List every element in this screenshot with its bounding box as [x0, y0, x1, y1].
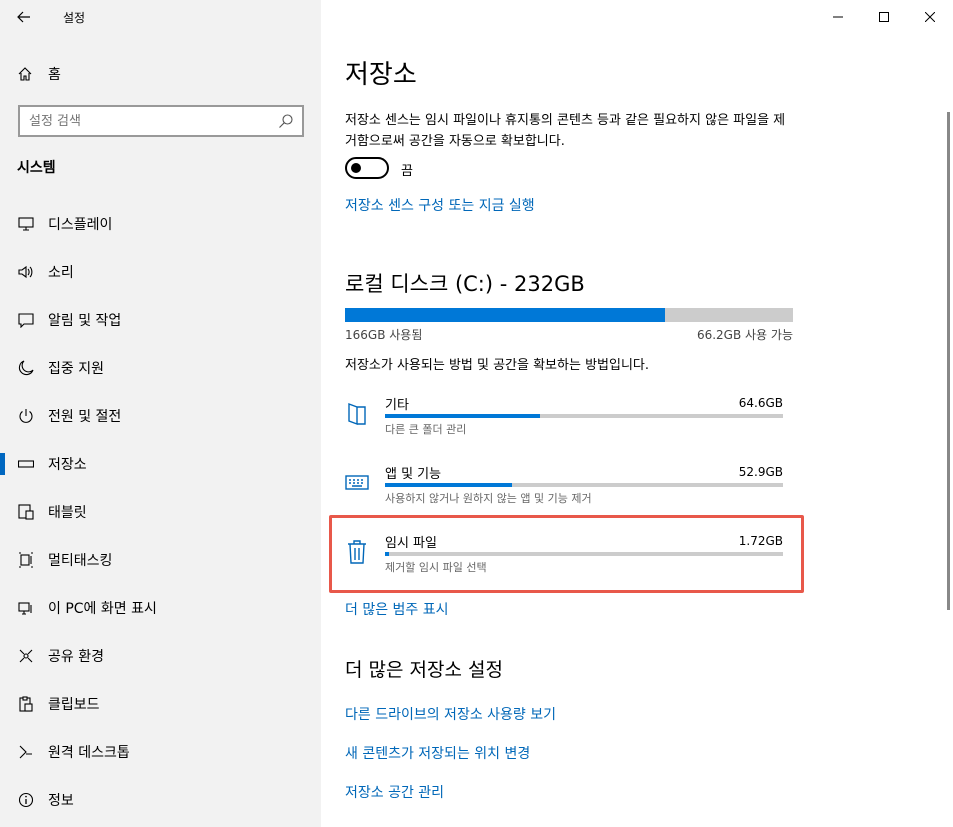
category-bar	[385, 483, 783, 487]
multitask-icon	[17, 551, 35, 569]
category-name: 기타	[385, 398, 409, 413]
sidebar-item-label: 이 PC에 화면 표시	[48, 601, 157, 617]
category-size: 64.6GB	[738, 396, 783, 410]
sidebar-nav: 디스플레이 소리 알림 및 작업 집중 지원 전원 및 절전 저장소 태블릿 멀…	[0, 200, 321, 824]
sidebar-item-notifications[interactable]: 알림 및 작업	[0, 296, 321, 344]
monitor-icon	[17, 215, 35, 233]
minimize-button[interactable]	[815, 0, 861, 34]
sidebar-item-remote-desktop[interactable]: 원격 데스크톱	[0, 728, 321, 776]
close-button[interactable]	[907, 0, 953, 34]
category-description: 다른 큰 폴더 관리	[385, 423, 467, 436]
remote-icon	[17, 743, 35, 761]
sidebar-item-power[interactable]: 전원 및 절전	[0, 392, 321, 440]
message-icon	[17, 311, 35, 329]
category-size: 52.9GB	[738, 465, 783, 479]
sidebar-item-label: 태블릿	[48, 505, 87, 521]
sidebar-item-label: 소리	[48, 265, 74, 281]
search-input[interactable]	[29, 113, 269, 129]
sidebar-item-label: 정보	[48, 793, 74, 809]
sidebar-item-display[interactable]: 디스플레이	[0, 200, 321, 248]
back-button[interactable]	[10, 4, 38, 30]
search-icon[interactable]	[278, 113, 294, 129]
sidebar-item-tablet[interactable]: 태블릿	[0, 488, 321, 536]
drive-usage-bar	[345, 308, 793, 322]
sidebar-item-sound[interactable]: 소리	[0, 248, 321, 296]
power-icon	[17, 407, 35, 425]
other-drives-usage-link[interactable]: 다른 드라이브의 저장소 사용량 보기	[345, 704, 556, 724]
title-bar: 설정	[0, 0, 321, 34]
storage-sense-toggle[interactable]	[345, 157, 389, 179]
drive-usage-fill	[345, 308, 666, 322]
maximize-icon	[879, 12, 889, 22]
close-icon	[925, 12, 935, 22]
more-storage-settings-title: 더 많은 저장소 설정	[345, 659, 503, 681]
category-description: 사용하지 않거나 원하지 않는 앱 및 기능 제거	[385, 492, 592, 505]
section-title: 시스템	[17, 160, 56, 176]
page-title: 저장소	[345, 60, 417, 90]
project-icon	[17, 599, 35, 617]
change-save-location-link[interactable]: 새 콘텐츠가 저장되는 위치 변경	[345, 743, 530, 763]
sidebar-item-multitasking[interactable]: 멀티태스킹	[0, 536, 321, 584]
keyboard-icon	[345, 469, 369, 497]
sidebar-item-label: 공유 환경	[48, 649, 104, 665]
category-name: 앱 및 기능	[385, 467, 442, 482]
sidebar: 설정 홈 시스템 디스플레이 소리 알림 및 작업 집중 지원 전원 및 절전	[0, 0, 321, 827]
free-space-label: 66.2GB 사용 가능	[696, 328, 793, 342]
folder-icon	[345, 400, 369, 428]
drive-title: 로컬 디스크 (C:) - 232GB	[345, 272, 585, 296]
tablet-icon	[17, 503, 35, 521]
main-content: 저장소 저장소 센스는 임시 파일이나 휴지통의 콘텐츠 등과 같은 필요하지 …	[321, 0, 953, 827]
minimize-icon	[833, 16, 843, 18]
highlight-box	[329, 515, 804, 593]
clipboard-icon	[17, 695, 35, 713]
sidebar-item-about[interactable]: 정보	[0, 776, 321, 824]
speaker-icon	[17, 263, 35, 281]
home-icon	[18, 67, 32, 81]
info-icon	[17, 791, 35, 809]
sidebar-item-label: 저장소	[48, 457, 87, 473]
category-other[interactable]: 기타 64.6GB 다른 큰 폴더 관리	[345, 394, 783, 454]
sidebar-item-clipboard[interactable]: 클립보드	[0, 680, 321, 728]
sidebar-item-storage[interactable]: 저장소	[0, 440, 321, 488]
show-more-categories-link[interactable]: 더 많은 범주 표시	[345, 599, 449, 619]
toggle-state-label: 끔	[401, 164, 413, 179]
share-icon	[17, 647, 35, 665]
scrollbar[interactable]	[947, 112, 950, 610]
search-box[interactable]	[18, 105, 304, 137]
storage-sense-description: 저장소 센스는 임시 파일이나 휴지통의 콘텐츠 등과 같은 필요하지 않은 파…	[345, 113, 786, 149]
sidebar-item-label: 원격 데스크톱	[48, 745, 130, 761]
category-bar	[385, 414, 783, 418]
manage-storage-spaces-link[interactable]: 저장소 공간 관리	[345, 782, 444, 802]
home-nav-item[interactable]: 홈	[17, 62, 61, 86]
maximize-button[interactable]	[861, 0, 907, 34]
category-bar-fill	[385, 483, 513, 487]
usage-explanation: 저장소가 사용되는 방법 및 공간을 확보하는 방법입니다.	[345, 358, 650, 373]
sidebar-item-label: 멀티태스킹	[48, 553, 113, 569]
moon-icon	[17, 359, 35, 377]
sidebar-item-project[interactable]: 이 PC에 화면 표시	[0, 584, 321, 632]
toggle-knob	[351, 163, 361, 173]
app-title: 설정	[63, 11, 86, 25]
sidebar-item-label: 집중 지원	[48, 361, 104, 377]
sidebar-item-label: 전원 및 절전	[48, 409, 122, 425]
category-apps[interactable]: 앱 및 기능 52.9GB 사용하지 않거나 원하지 않는 앱 및 기능 제거	[345, 463, 783, 523]
category-bar-fill	[385, 414, 541, 418]
home-label: 홈	[48, 67, 61, 83]
sidebar-item-label: 알림 및 작업	[48, 313, 122, 329]
sidebar-item-label: 디스플레이	[48, 217, 113, 233]
sidebar-item-label: 클립보드	[48, 697, 100, 713]
used-space-label: 166GB 사용됨	[345, 328, 423, 342]
sidebar-item-shared-experiences[interactable]: 공유 환경	[0, 632, 321, 680]
storage-icon	[17, 455, 35, 473]
window-controls	[815, 0, 953, 34]
configure-storage-sense-link[interactable]: 저장소 센스 구성 또는 지금 실행	[345, 195, 535, 215]
back-arrow-icon	[17, 11, 30, 23]
sidebar-item-focus-assist[interactable]: 집중 지원	[0, 344, 321, 392]
